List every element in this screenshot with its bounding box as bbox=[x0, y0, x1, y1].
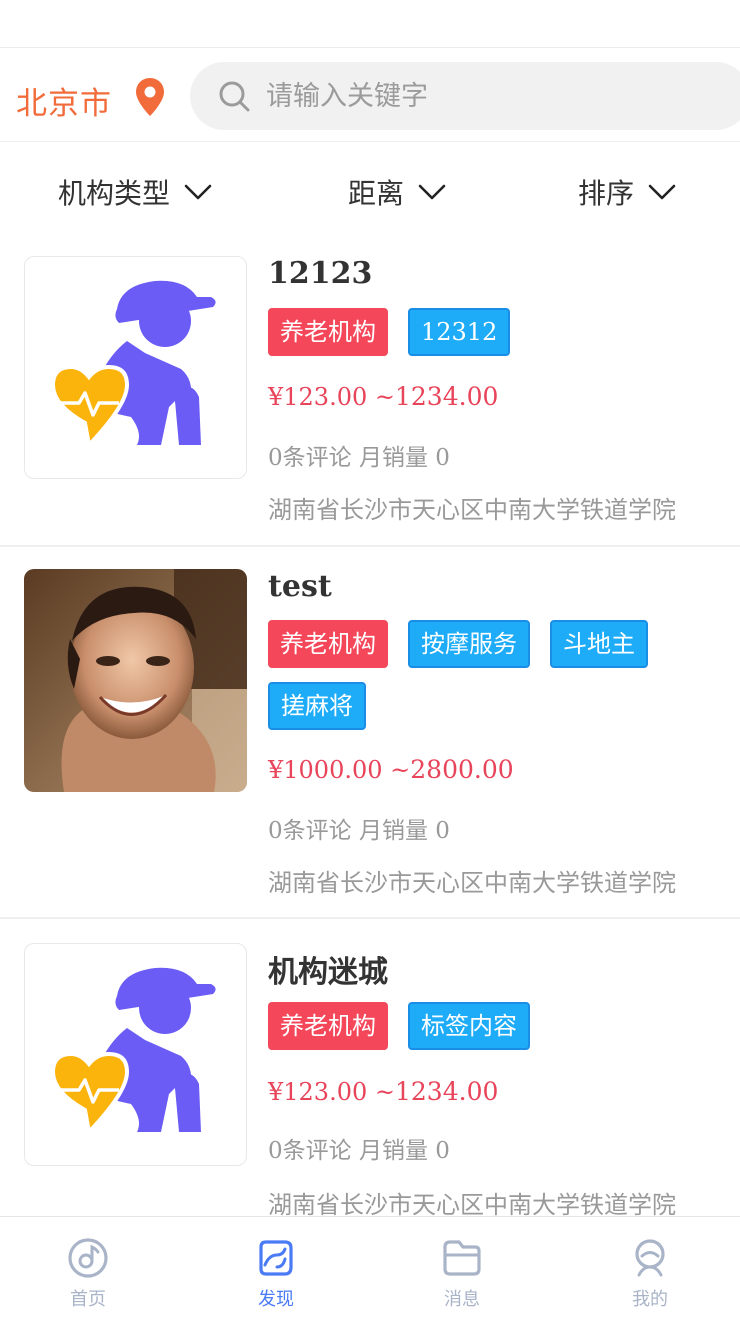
city-selector[interactable]: 北京市 bbox=[16, 78, 112, 123]
home-disc-icon bbox=[68, 1238, 108, 1278]
listing-address: 湖南省长沙市天心区中南大学铁道学院 bbox=[268, 1191, 676, 1219]
search-box[interactable] bbox=[190, 62, 740, 130]
tag: 搓麻将 bbox=[268, 682, 366, 730]
tag: 养老机构 bbox=[268, 308, 388, 356]
review-count: 0条评论 bbox=[268, 445, 352, 471]
price-max: 1234.00 bbox=[395, 382, 499, 411]
filter-label: 排序 bbox=[578, 177, 635, 210]
profile-icon bbox=[635, 1239, 665, 1277]
listing-stats: 0条评论 月销量 0 bbox=[268, 438, 450, 472]
person-photo bbox=[24, 569, 247, 792]
listing-title[interactable]: test bbox=[268, 569, 332, 604]
listing-card[interactable]: test 养老机构 按摩服务 斗地主 搓麻将 ¥1000.00 ~2800.00… bbox=[0, 547, 740, 919]
search-header: 北京市 bbox=[0, 52, 740, 142]
listing-stats: 0条评论 月销量 0 bbox=[268, 811, 450, 845]
tab-label: 发现 bbox=[258, 1289, 294, 1310]
review-count: 0条评论 bbox=[268, 1138, 352, 1164]
location-pin-icon[interactable] bbox=[134, 77, 166, 117]
filter-institution-type[interactable]: 机构类型 bbox=[58, 172, 212, 212]
listing-address: 湖南省长沙市天心区中南大学铁道学院 bbox=[268, 496, 676, 524]
filter-distance[interactable]: 距离 bbox=[348, 172, 446, 212]
price-range: ¥1000.00 ~2800.00 bbox=[268, 755, 514, 784]
filter-bar: 机构类型 距离 排序 bbox=[0, 142, 740, 238]
listing-address: 湖南省长沙市天心区中南大学铁道学院 bbox=[268, 869, 676, 897]
price-min: ¥1000.00 bbox=[268, 756, 383, 784]
tag: 斗地主 bbox=[550, 620, 648, 668]
tag: 12312 bbox=[408, 308, 511, 356]
tag: 标签内容 bbox=[408, 1002, 530, 1050]
filter-label: 机构类型 bbox=[58, 177, 171, 210]
chevron-down-icon bbox=[184, 184, 212, 200]
price-min: ¥123.00 bbox=[268, 1078, 368, 1106]
chevron-down-icon bbox=[648, 184, 676, 200]
discover-icon bbox=[259, 1240, 293, 1276]
tab-messages[interactable]: 消息 bbox=[402, 1217, 522, 1322]
price-separator: ~ bbox=[367, 383, 395, 411]
tag: 按摩服务 bbox=[408, 620, 530, 668]
bottom-tab-bar: 首页 发现 消息 我的 bbox=[0, 1216, 740, 1322]
tag-list: 养老机构 12312 bbox=[268, 308, 708, 356]
filter-sort[interactable]: 排序 bbox=[578, 172, 676, 212]
tag-list: 养老机构 标签内容 bbox=[268, 1002, 708, 1050]
review-count: 0条评论 bbox=[268, 818, 352, 844]
price-max: 2800.00 bbox=[410, 755, 514, 784]
listing-card[interactable]: 12123 养老机构 12312 ¥123.00 ~1234.00 0条评论 月… bbox=[0, 238, 740, 547]
folder-message-icon bbox=[443, 1240, 481, 1276]
tab-label: 首页 bbox=[70, 1289, 106, 1310]
monthly-sales: 月销量 0 bbox=[358, 1138, 450, 1164]
elderly-care-logo bbox=[24, 943, 247, 1166]
listing-stats: 0条评论 月销量 0 bbox=[268, 1131, 450, 1165]
monthly-sales: 月销量 0 bbox=[358, 818, 450, 844]
price-max: 1234.00 bbox=[395, 1077, 499, 1106]
tab-home[interactable]: 首页 bbox=[28, 1217, 148, 1322]
price-range: ¥123.00 ~1234.00 bbox=[268, 1077, 498, 1106]
tab-label: 我的 bbox=[632, 1289, 668, 1310]
listing-title[interactable]: 机构迷城 bbox=[268, 947, 388, 991]
price-min: ¥123.00 bbox=[268, 383, 368, 411]
tab-discover[interactable]: 发现 bbox=[216, 1217, 336, 1322]
search-icon bbox=[219, 81, 250, 112]
listing-card[interactable]: 机构迷城 养老机构 标签内容 ¥123.00 ~1234.00 0条评论 月销量… bbox=[0, 919, 740, 1219]
listing-title[interactable]: 12123 bbox=[268, 256, 372, 291]
tag: 养老机构 bbox=[268, 620, 388, 668]
status-area bbox=[0, 0, 740, 48]
tab-profile[interactable]: 我的 bbox=[590, 1217, 710, 1322]
search-input[interactable] bbox=[266, 62, 706, 130]
monthly-sales: 月销量 0 bbox=[358, 445, 450, 471]
elderly-care-logo bbox=[24, 256, 247, 479]
price-separator: ~ bbox=[382, 756, 411, 784]
tag-list: 养老机构 按摩服务 斗地主 搓麻将 bbox=[268, 620, 708, 730]
price-separator: ~ bbox=[367, 1078, 395, 1106]
tag: 养老机构 bbox=[268, 1002, 388, 1050]
filter-label: 距离 bbox=[348, 177, 405, 210]
chevron-down-icon bbox=[418, 184, 446, 200]
tab-label: 消息 bbox=[444, 1289, 480, 1310]
price-range: ¥123.00 ~1234.00 bbox=[268, 382, 498, 411]
